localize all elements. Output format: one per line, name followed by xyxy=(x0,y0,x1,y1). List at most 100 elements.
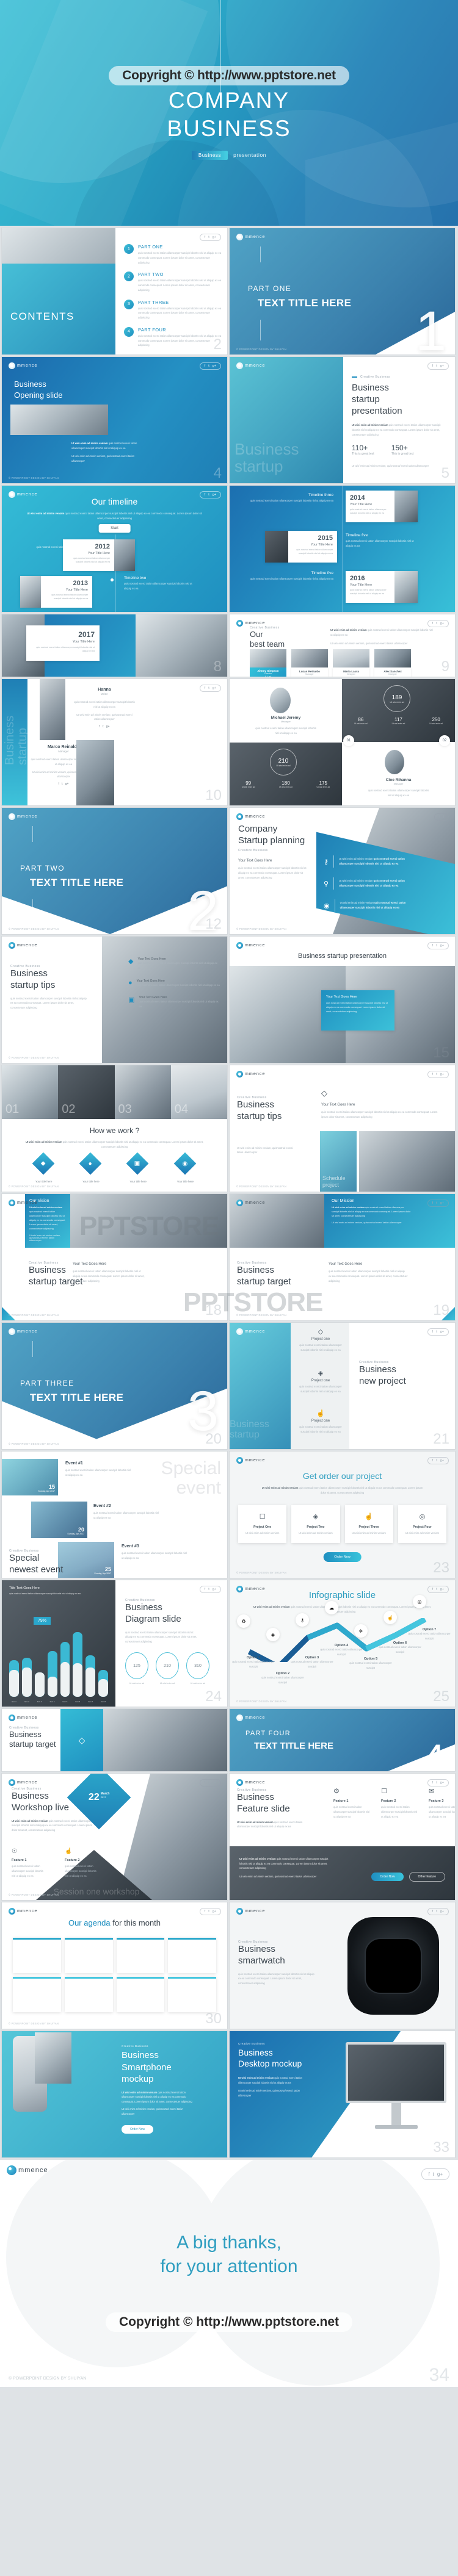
facebook-icon[interactable]: f xyxy=(205,1588,206,1591)
twitter-icon[interactable]: t xyxy=(208,1910,209,1913)
project-item-2[interactable]: ◈ Project one quis nostrud exerci tation… xyxy=(293,1369,348,1394)
slide-our-timeline[interactable]: mmence f t g+ Our timeline Ut wisi enim … xyxy=(2,486,227,612)
twitter-icon[interactable]: t xyxy=(436,1910,437,1913)
brand-logo[interactable]: mmence xyxy=(9,813,37,820)
social-icons[interactable]: f t g+ xyxy=(427,1779,449,1786)
googleplus-icon[interactable]: g+ xyxy=(213,364,216,368)
agenda-card[interactable] xyxy=(64,1977,113,2012)
agenda-card[interactable] xyxy=(13,1977,61,2012)
slide-our-mission[interactable]: mmence f t g+ Our Mission Ut wisi enim a… xyxy=(230,1194,455,1320)
agenda-card[interactable] xyxy=(168,1977,216,2012)
slide-new-project[interactable]: Business startup mmence f t g+ ◇ Project… xyxy=(230,1323,455,1449)
googleplus-icon[interactable]: g+ xyxy=(440,364,444,368)
team-member-card[interactable]: Maria Laura Designer xyxy=(333,649,369,677)
facebook-icon[interactable]: f xyxy=(432,1910,434,1913)
twitter-icon[interactable]: t xyxy=(436,622,437,625)
twitter-icon[interactable]: t xyxy=(443,815,444,819)
twitter-icon[interactable]: t xyxy=(208,1588,209,1591)
slide-our-vision[interactable]: mmence Our Vision Ut wisi enim ad minim … xyxy=(2,1194,227,1320)
twitter-icon[interactable]: t xyxy=(208,236,209,239)
brand-logo[interactable]: mmence xyxy=(7,2165,48,2175)
brand-logo[interactable]: mmence xyxy=(9,1908,37,1915)
facebook-icon[interactable]: f xyxy=(432,622,434,625)
brand-logo[interactable]: mmence xyxy=(236,1328,265,1335)
agenda-card[interactable] xyxy=(168,1938,216,1973)
slide-startup-tips-a[interactable]: mmence Creative Business Business startu… xyxy=(2,937,227,1063)
team-member-card[interactable]: Lucas Reinaldo Manager xyxy=(291,649,328,677)
brand-logo[interactable]: mmence xyxy=(9,491,37,498)
contents-item-3[interactable]: 3 PART THREE quis nostrud exerci tation … xyxy=(124,299,222,320)
brand-logo[interactable]: mmence xyxy=(9,942,37,949)
facebook-icon[interactable]: f xyxy=(432,1781,434,1785)
facebook-icon[interactable]: f xyxy=(432,1073,434,1076)
googleplus-icon[interactable]: g+ xyxy=(440,944,444,948)
social-icons[interactable]: f t g+ xyxy=(199,1908,221,1915)
slide-get-order[interactable]: mmence f t g+ Get order our project Ut w… xyxy=(230,1452,455,1578)
work-icon-1[interactable]: ◆ Your title here xyxy=(32,1152,55,1183)
contents-item-2[interactable]: 2 PART TWO quis nostrud exerci tation ul… xyxy=(124,272,222,292)
googleplus-icon[interactable]: g+ xyxy=(440,1459,444,1462)
social-icons[interactable]: f t g+ xyxy=(199,685,221,692)
facebook-icon[interactable]: f xyxy=(205,236,206,239)
work-icon-4[interactable]: ◉ Your title here xyxy=(173,1152,196,1183)
facebook-icon[interactable]: f xyxy=(205,364,206,368)
work-icon-3[interactable]: ▣ Your title here xyxy=(126,1152,149,1183)
facebook-icon[interactable]: f xyxy=(439,815,440,819)
timeline-start-button[interactable]: Start xyxy=(98,524,131,533)
social-icons[interactable]: f t g+ xyxy=(199,1586,221,1593)
brand-logo[interactable]: mmence xyxy=(236,1908,265,1915)
facebook-icon[interactable]: f xyxy=(205,1781,206,1785)
order-now-button[interactable]: Order Now xyxy=(371,1873,404,1881)
social-icons[interactable]: f t g+ xyxy=(199,362,221,370)
agenda-card[interactable] xyxy=(116,1977,165,2012)
brand-logo[interactable]: mmence xyxy=(236,942,265,949)
slide-team-profiles[interactable]: Business startup f t g+ Hanna Writer qui… xyxy=(2,679,227,805)
twitter-icon[interactable]: t xyxy=(436,364,437,368)
slide-part-one[interactable]: mmence PART ONE TEXT TITLE HERE 1 © POWE… xyxy=(230,228,455,354)
slide-part-two[interactable]: mmence PART TWO TEXT TITLE HERE 2 © POWE… xyxy=(2,808,227,934)
agenda-card[interactable] xyxy=(13,1938,61,1973)
social-icons[interactable]: f t g+ xyxy=(427,362,449,370)
facebook-icon[interactable]: f xyxy=(432,1459,434,1462)
twitter-icon[interactable]: t xyxy=(436,1781,437,1785)
slide-workshop-live[interactable]: mmence f t g+ Creative Business Business… xyxy=(2,1774,227,1900)
slide-part-four[interactable]: mmence PART FOUR TEXT TITLE HERE 4 xyxy=(230,1709,455,1771)
slide-startup-target-c[interactable]: mmence Creative Business Business startu… xyxy=(2,1709,227,1771)
googleplus-icon[interactable]: g+ xyxy=(213,1910,216,1913)
social-icons[interactable]: f t g+ xyxy=(427,1457,449,1464)
order-now-button[interactable]: Order Now xyxy=(122,2125,154,2134)
slide-opening[interactable]: mmence f t g+ Business Opening slide Ut … xyxy=(2,357,227,483)
facebook-icon[interactable]: f xyxy=(432,364,434,368)
brand-logo[interactable]: mmence xyxy=(236,1714,265,1721)
project-item-1[interactable]: ◇ Project one quis nostrud exerci tation… xyxy=(293,1328,348,1353)
other-feature-button[interactable]: Other feature xyxy=(409,1872,445,1882)
googleplus-icon[interactable]: g+ xyxy=(440,1588,444,1591)
brand-logo[interactable]: mmence xyxy=(236,1586,265,1592)
social-icons[interactable]: f t g+ xyxy=(199,234,221,241)
facebook-icon[interactable]: f xyxy=(205,1910,206,1913)
googleplus-icon[interactable]: g+ xyxy=(440,1781,444,1785)
googleplus-icon[interactable]: g+ xyxy=(440,1910,444,1913)
googleplus-icon[interactable]: g+ xyxy=(213,236,216,239)
twitter-icon[interactable]: t xyxy=(433,2171,434,2177)
googleplus-icon[interactable]: g+ xyxy=(440,1201,444,1205)
team-member-card[interactable]: Jimmy Simpson Director f t g+ xyxy=(250,649,286,677)
brand-logo[interactable]: mmence xyxy=(9,362,37,369)
slide-our-timeline-2[interactable]: Timeline three quis nostrud exerci tatio… xyxy=(230,486,455,612)
social-icons[interactable]: f t xyxy=(434,813,449,821)
team-member-card[interactable]: Alex Sanchez Designer xyxy=(374,649,411,677)
social-icons[interactable]: f t g+ xyxy=(427,1908,449,1915)
slide-special-event[interactable]: Special event 15 Sunday, Apr 2017 Event … xyxy=(2,1452,227,1578)
brand-logo[interactable]: mmence xyxy=(236,1200,265,1206)
twitter-icon[interactable]: t xyxy=(208,686,209,690)
social-icons[interactable]: f t g+ xyxy=(427,1328,449,1336)
agenda-card[interactable] xyxy=(116,1938,165,1973)
slide-timeline-2017[interactable]: 2017 Your Title Here quis nostrud exerci… xyxy=(2,614,227,677)
slide-contents[interactable]: f t g+ CONTENTS 1 PART ONE quis nostrud … xyxy=(2,228,227,354)
member-social[interactable]: f t g+ xyxy=(74,725,135,729)
twitter-icon[interactable]: t xyxy=(436,1073,437,1076)
work-icon-2[interactable]: ● Your title here xyxy=(79,1152,102,1183)
social-icons[interactable]: f t g+ xyxy=(427,620,449,627)
slide-agenda[interactable]: mmence f t g+ Our agenda for this month … xyxy=(2,1902,227,2029)
brand-logo[interactable]: mmence xyxy=(9,1328,37,1335)
